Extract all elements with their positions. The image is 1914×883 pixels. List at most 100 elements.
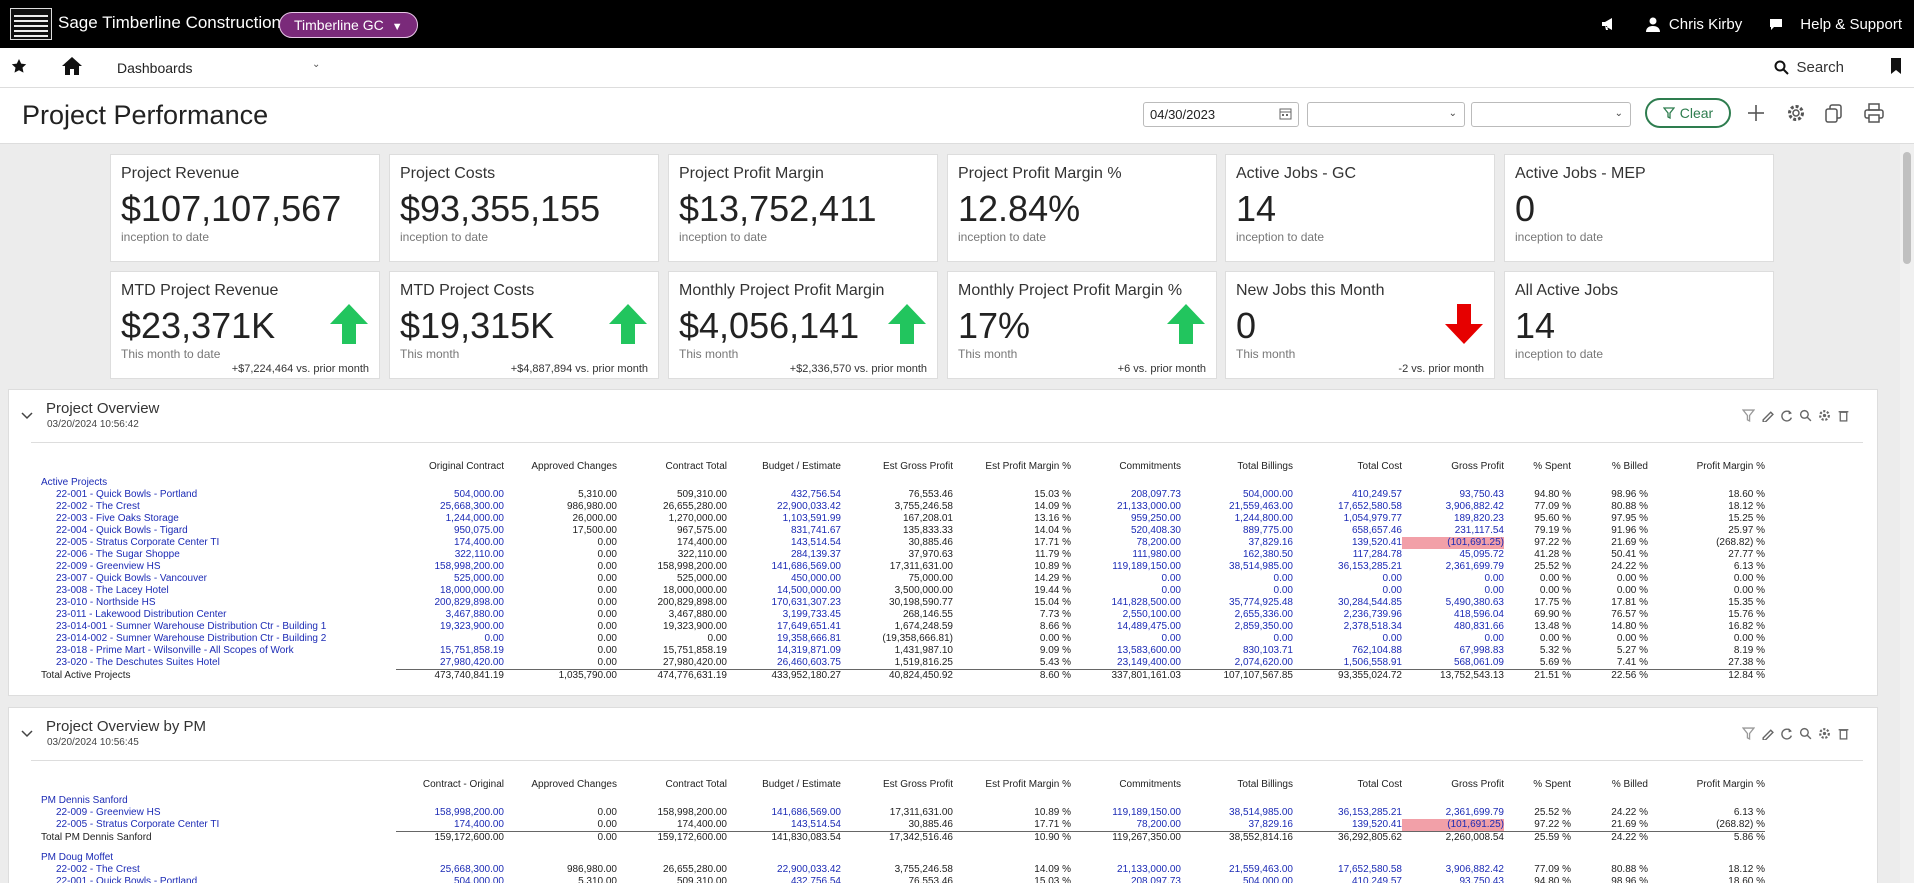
- job-link[interactable]: 23-014-002 - Sumner Warehouse Distributi…: [31, 633, 396, 645]
- table-cell[interactable]: 0.00: [1071, 573, 1181, 585]
- table-cell[interactable]: 170,631,307.23: [727, 597, 841, 609]
- table-cell[interactable]: 0.00: [1293, 633, 1402, 645]
- table-cell[interactable]: 830,103.71: [1181, 645, 1293, 657]
- table-cell[interactable]: 36,153,285.21: [1293, 561, 1402, 573]
- table-cell[interactable]: 174,400.00: [396, 819, 504, 832]
- table-cell[interactable]: 504,000.00: [396, 876, 504, 883]
- kpi-card[interactable]: New Jobs this Month 0 This month -2 vs. p…: [1225, 271, 1495, 379]
- job-link[interactable]: 22-002 - The Crest: [31, 864, 396, 876]
- kpi-card[interactable]: Monthly Project Profit Margin % 17% This…: [947, 271, 1217, 379]
- table-cell[interactable]: 158,998,200.00: [396, 807, 504, 819]
- kpi-card[interactable]: MTD Project Costs $19,315K This month +$4…: [389, 271, 659, 379]
- column-header[interactable]: Contract Total: [617, 461, 727, 477]
- table-cell[interactable]: 762,104.88: [1293, 645, 1402, 657]
- column-header[interactable]: Approved Changes: [504, 461, 617, 477]
- column-header[interactable]: Profit Margin %: [1648, 779, 1765, 795]
- search-icon[interactable]: [1799, 727, 1815, 741]
- table-cell[interactable]: 504,000.00: [1181, 489, 1293, 501]
- job-link[interactable]: 22-001 - Quick Bowls - Portland: [31, 876, 396, 883]
- table-cell[interactable]: 18,000,000.00: [396, 585, 504, 597]
- kpi-card[interactable]: MTD Project Revenue $23,371K This month …: [110, 271, 380, 379]
- favorites-star-icon[interactable]: [11, 58, 27, 79]
- table-cell[interactable]: 14,319,871.09: [727, 645, 841, 657]
- gear-icon[interactable]: [1818, 409, 1834, 423]
- job-link[interactable]: 23-014-001 - Sumner Warehouse Distributi…: [31, 621, 396, 633]
- kpi-card[interactable]: Project Revenue $107,107,567 inception t…: [110, 154, 380, 262]
- table-cell[interactable]: 1,054,979.77: [1293, 513, 1402, 525]
- job-link[interactable]: 23-011 - Lakewood Distribution Center: [31, 609, 396, 621]
- table-cell[interactable]: 22,900,033.42: [727, 864, 841, 876]
- table-cell[interactable]: 143,514.54: [727, 819, 841, 832]
- table-cell[interactable]: 3,906,882.42: [1402, 864, 1504, 876]
- help-support-link[interactable]: Help & Support: [1800, 16, 1902, 33]
- table-cell[interactable]: 174,400.00: [396, 537, 504, 549]
- column-header[interactable]: Approved Changes: [504, 779, 617, 795]
- job-link[interactable]: 22-006 - The Sugar Shoppe: [31, 549, 396, 561]
- column-header[interactable]: Contract Total: [617, 779, 727, 795]
- table-cell[interactable]: 13,583,600.00: [1071, 645, 1181, 657]
- search-icon[interactable]: [1799, 409, 1815, 423]
- table-cell[interactable]: (101,691.25): [1402, 537, 1504, 549]
- table-cell[interactable]: 0.00: [1402, 573, 1504, 585]
- collapse-chevron-icon[interactable]: [20, 408, 34, 427]
- column-header[interactable]: Profit Margin %: [1648, 461, 1765, 477]
- job-link[interactable]: 22-001 - Quick Bowls - Portland: [31, 489, 396, 501]
- edit-icon[interactable]: [1761, 409, 1777, 423]
- calendar-icon[interactable]: [1279, 107, 1292, 123]
- column-header[interactable]: Est Profit Margin %: [953, 461, 1071, 477]
- table-cell[interactable]: 410,249.57: [1293, 876, 1402, 883]
- table-cell[interactable]: 25,668,300.00: [396, 864, 504, 876]
- company-selector[interactable]: Timberline GC ▼: [279, 12, 418, 38]
- table-cell[interactable]: 23,149,400.00: [1071, 657, 1181, 670]
- job-link[interactable]: 23-010 - Northside HS: [31, 597, 396, 609]
- table-cell[interactable]: 139,520.41: [1293, 819, 1402, 832]
- table-cell[interactable]: 17,649,651.41: [727, 621, 841, 633]
- table-cell[interactable]: 141,686,569.00: [727, 561, 841, 573]
- table-cell[interactable]: 19,323,900.00: [396, 621, 504, 633]
- table-cell[interactable]: 2,378,518.34: [1293, 621, 1402, 633]
- group-label[interactable]: PM Dennis Sanford: [31, 795, 396, 807]
- table-cell[interactable]: 5,490,380.63: [1402, 597, 1504, 609]
- job-link[interactable]: 23-007 - Quick Bowls - Vancouver: [31, 573, 396, 585]
- kpi-card[interactable]: Active Jobs - GC 14 inception to date: [1225, 154, 1495, 262]
- table-cell[interactable]: 93,750.43: [1402, 489, 1505, 501]
- table-cell[interactable]: 284,139.37: [727, 549, 841, 561]
- job-link[interactable]: 23-008 - The Lacey Hotel: [31, 585, 396, 597]
- kpi-card[interactable]: Project Profit Margin $13,752,411 incept…: [668, 154, 938, 262]
- table-cell[interactable]: 0.00: [396, 633, 504, 645]
- column-header[interactable]: [31, 779, 396, 795]
- table-cell[interactable]: 141,686,569.00: [727, 807, 841, 819]
- group-label[interactable]: PM Doug Moffet: [31, 852, 396, 864]
- bookmark-icon[interactable]: [1890, 58, 1902, 79]
- table-cell[interactable]: 0.00: [1402, 633, 1504, 645]
- table-cell[interactable]: 37,829.16: [1181, 537, 1294, 549]
- table-cell[interactable]: 143,514.54: [727, 537, 841, 549]
- table-cell[interactable]: 25,668,300.00: [396, 501, 504, 513]
- table-cell[interactable]: 30,284,544.85: [1293, 597, 1402, 609]
- table-cell[interactable]: 141,828,500.00: [1071, 597, 1181, 609]
- column-header[interactable]: Est Gross Profit: [841, 461, 953, 477]
- add-icon[interactable]: [1745, 102, 1767, 129]
- table-cell[interactable]: 3,906,882.42: [1402, 501, 1504, 513]
- table-cell[interactable]: 0.00: [1181, 633, 1293, 645]
- copy-icon[interactable]: [1823, 102, 1845, 129]
- table-cell[interactable]: 504,000.00: [1181, 876, 1293, 883]
- table-cell[interactable]: 17,652,580.58: [1293, 864, 1402, 876]
- table-cell[interactable]: 36,153,285.21: [1293, 807, 1402, 819]
- table-cell[interactable]: 158,998,200.00: [396, 561, 504, 573]
- filter-select-2[interactable]: ⌄: [1471, 102, 1631, 127]
- column-header[interactable]: Commitments: [1071, 461, 1181, 477]
- kpi-card[interactable]: Active Jobs - MEP 0 inception to date: [1504, 154, 1774, 262]
- table-cell[interactable]: 1,103,591.99: [727, 513, 841, 525]
- column-header[interactable]: Commitments: [1071, 779, 1181, 795]
- delete-icon[interactable]: [1837, 727, 1853, 741]
- clear-filters-button[interactable]: Clear: [1645, 98, 1731, 128]
- table-cell[interactable]: 831,741.67: [727, 525, 841, 537]
- job-link[interactable]: 22-005 - Stratus Corporate Center TI: [31, 537, 396, 549]
- table-cell[interactable]: 117,284.78: [1293, 549, 1402, 561]
- vertical-scrollbar[interactable]: [1900, 144, 1914, 883]
- table-cell[interactable]: 322,110.00: [396, 549, 504, 561]
- table-cell[interactable]: 1,506,558.91: [1293, 657, 1402, 670]
- column-header[interactable]: % Billed: [1571, 461, 1648, 477]
- announcements-icon[interactable]: [1599, 14, 1619, 34]
